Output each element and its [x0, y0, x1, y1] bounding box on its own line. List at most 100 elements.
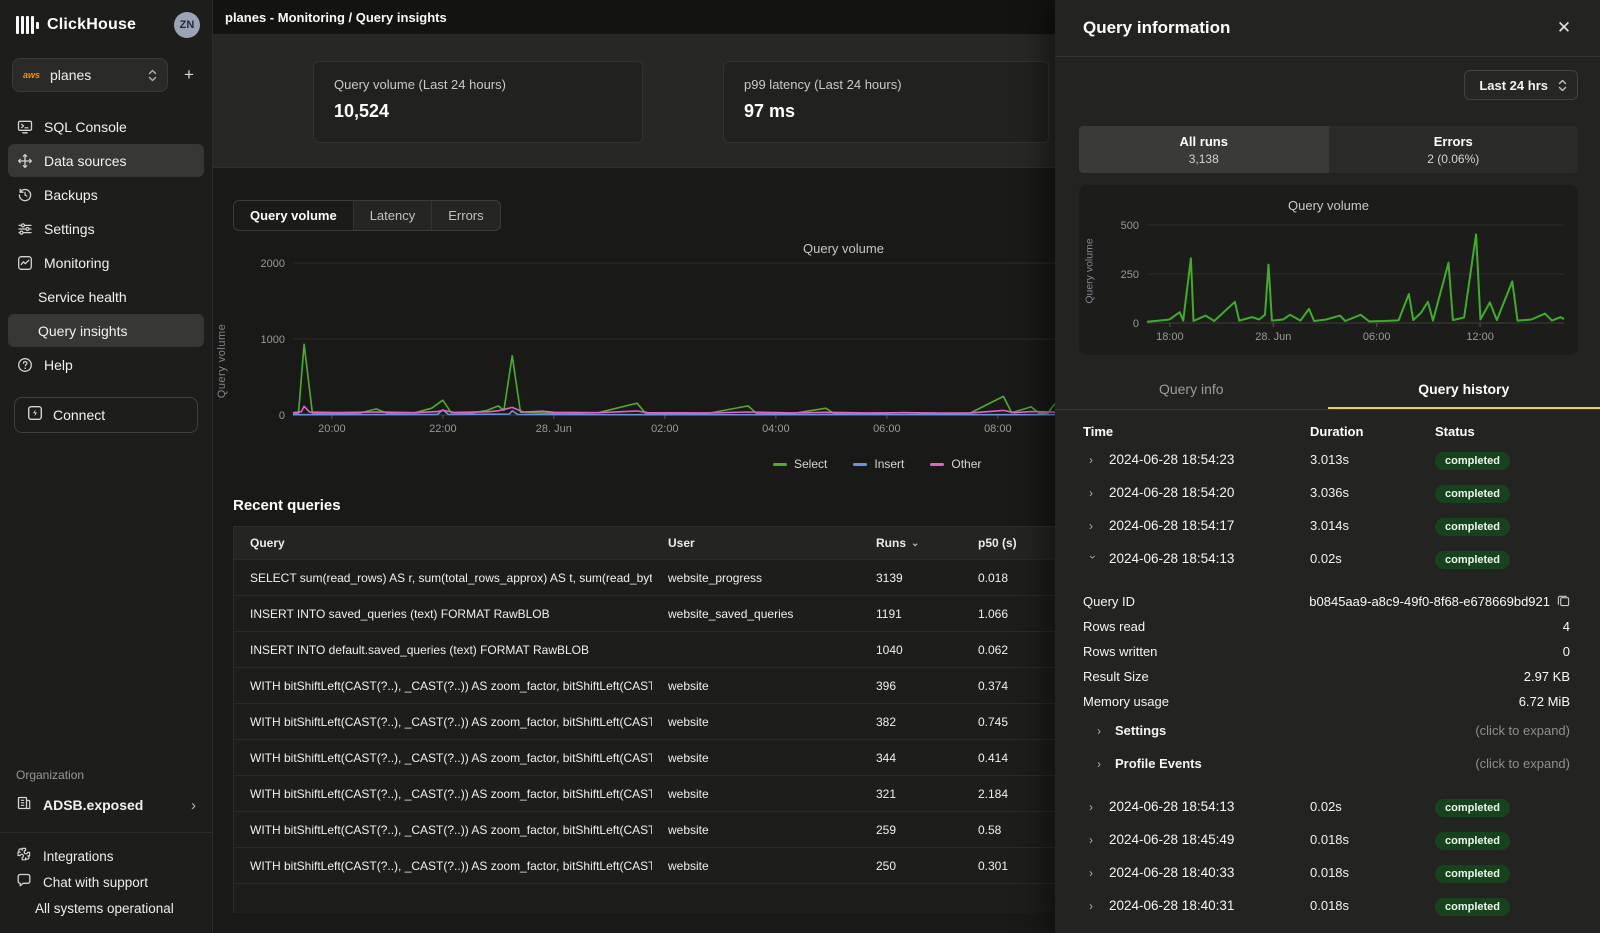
sidebar-item-settings[interactable]: Settings [8, 212, 204, 245]
segment-value: 2 (0.06%) [1427, 152, 1479, 166]
history-row[interactable]: ›2024-06-28 18:40:310.018scompleted [1083, 889, 1570, 922]
status-badge: completed [1435, 832, 1510, 850]
svg-text:0: 0 [279, 410, 285, 422]
chevron-right-icon[interactable]: › [1089, 519, 1097, 533]
chevron-right-icon[interactable]: › [1089, 486, 1097, 500]
history-row[interactable]: ›2024-06-28 18:54:130.02scompleted [1083, 790, 1570, 823]
updown-chevron-icon [1558, 79, 1567, 92]
history-column-duration: Duration [1310, 424, 1435, 439]
detail-row: Query IDb0845aa9-a8c9-49f0-8f68-e678669b… [1083, 589, 1570, 614]
sidebar-item-service-health[interactable]: Service health [8, 280, 204, 313]
detail-value: 0 [1563, 644, 1570, 659]
sidebar-item-label: Data sources [44, 153, 126, 169]
segment-all-runs[interactable]: All runs3,138 [1079, 126, 1329, 173]
panel-tab-query-history[interactable]: Query history [1328, 371, 1600, 409]
table-row[interactable]: WITH bitShiftLeft(CAST(?..), _CAST(?..))… [234, 811, 1072, 847]
chevron-down-icon[interactable]: › [1086, 555, 1100, 563]
user-cell: website [652, 787, 860, 801]
copy-icon[interactable] [1557, 594, 1570, 610]
legend-label: Other [951, 457, 981, 471]
legend-label: Select [794, 457, 827, 471]
sidebar-item-query-insights[interactable]: Query insights [8, 314, 204, 347]
sidebar-item-help[interactable]: Help [8, 348, 204, 381]
status-badge: completed [1435, 898, 1510, 916]
time-range-value: Last 24 hrs [1479, 78, 1548, 93]
sql-console-icon [16, 118, 33, 135]
organization-icon [16, 795, 32, 816]
workspace-select[interactable]: aws planes [12, 58, 168, 92]
sidebar-item-label: Query insights [38, 323, 127, 339]
add-service-button[interactable]: + [178, 64, 200, 86]
sidebar-item-sql-console[interactable]: SQL Console [8, 110, 204, 143]
sidebar-item-label: All systems operational [35, 901, 174, 916]
status-badge: completed [1435, 865, 1510, 883]
close-icon[interactable]: ✕ [1552, 16, 1576, 40]
tab-query-volume[interactable]: Query volume [234, 201, 354, 230]
organization-switcher[interactable]: ADSB.exposed › [0, 790, 212, 820]
sidebar-item-data-sources[interactable]: Data sources [8, 144, 204, 177]
run-details: Query IDb0845aa9-a8c9-49f0-8f68-e678669b… [1083, 575, 1570, 790]
chevron-right-icon[interactable]: › [1089, 453, 1097, 467]
query-history: TimeDurationStatus ›2024-06-28 18:54:233… [1055, 410, 1600, 922]
table-row[interactable]: INSERT INTO saved_queries (text) FORMAT … [234, 595, 1072, 631]
runs-cell: 1040 [860, 643, 962, 657]
legend-item-select[interactable]: Select [773, 457, 827, 471]
mini-line-chart[interactable]: 025050018:0028. Jun06:0012:00 [1085, 217, 1572, 349]
column-header-query[interactable]: Query [234, 536, 652, 550]
table-row[interactable]: WITH bitShiftLeft(CAST(?..), _CAST(?..))… [234, 703, 1072, 739]
sidebar-item-integrations[interactable]: Integrations [0, 843, 212, 869]
sidebar-item-label: Integrations [43, 849, 114, 864]
legend-item-insert[interactable]: Insert [853, 457, 904, 471]
history-rows: ›2024-06-28 18:54:233.013scompleted›2024… [1083, 443, 1570, 922]
sidebar-nav: SQL Console Data sources Backups Settings Mo… [0, 110, 212, 381]
legend-item-other[interactable]: Other [930, 457, 981, 471]
time-range-select[interactable]: Last 24 hrs [1464, 70, 1578, 100]
table-row[interactable]: WITH bitShiftLeft(CAST(?..), _CAST(?..))… [234, 775, 1072, 811]
chevron-right-icon[interactable]: › [1089, 800, 1097, 814]
connect-button[interactable]: Connect [14, 397, 198, 433]
sidebar-item-all-systems-operational[interactable]: All systems operational [0, 895, 212, 921]
expandable-label: Profile Events [1115, 756, 1475, 771]
table-row[interactable]: WITH bitShiftLeft(CAST(?..), _CAST(?..))… [234, 847, 1072, 883]
detail-value: b0845aa9-a8c9-49f0-8f68-e678669bd921 [1309, 594, 1570, 610]
line-chart[interactable]: 01000200020:0022:0028. Jun02:0004:0006:0… [233, 235, 1055, 450]
status-badge: completed [1435, 518, 1510, 536]
sidebar-item-label: Settings [44, 221, 95, 237]
tab-errors[interactable]: Errors [432, 201, 499, 230]
table-row[interactable]: WITH bitShiftLeft(CAST(?..), _CAST(?..))… [234, 667, 1072, 703]
segment-errors[interactable]: Errors2 (0.06%) [1329, 126, 1579, 173]
sidebar-item-monitoring[interactable]: Monitoring [8, 246, 204, 279]
avatar[interactable]: ZN [174, 12, 200, 38]
expandable-profile-events[interactable]: ›Profile Events(click to expand) [1083, 747, 1570, 780]
query-cell: INSERT INTO default.saved_queries (text)… [234, 643, 652, 657]
sidebar-item-label: Backups [44, 187, 98, 203]
chevron-right-icon[interactable]: › [1089, 866, 1097, 880]
table-row[interactable]: WITH bitShiftLeft(CAST(?..), _CAST(?..))… [234, 739, 1072, 775]
sidebar-item-chat-with-support[interactable]: Chat with support [0, 869, 212, 895]
recent-queries-title: Recent queries [233, 497, 1055, 514]
history-row[interactable]: ›2024-06-28 18:54:130.02scompleted [1083, 542, 1570, 575]
history-row[interactable]: ›2024-06-28 18:54:173.014scompleted [1083, 509, 1570, 542]
history-row[interactable]: ›2024-06-28 18:54:233.013scompleted [1083, 443, 1570, 476]
status-dot [16, 899, 24, 917]
table-row[interactable]: INSERT INTO default.saved_queries (text)… [234, 631, 1072, 667]
chevron-right-icon[interactable]: › [1089, 899, 1097, 913]
history-row[interactable]: ›2024-06-28 18:45:490.018scompleted [1083, 823, 1570, 856]
svg-text:22:00: 22:00 [429, 423, 457, 435]
expandable-settings[interactable]: ›Settings(click to expand) [1083, 714, 1570, 747]
runs-cell: 382 [860, 715, 962, 729]
detail-label: Memory usage [1083, 694, 1169, 709]
sidebar-item-backups[interactable]: Backups [8, 178, 204, 211]
chevron-right-icon[interactable]: › [1089, 833, 1097, 847]
svg-text:28. Jun: 28. Jun [536, 423, 572, 435]
panel-tab-query-info[interactable]: Query info [1055, 371, 1328, 409]
tab-latency[interactable]: Latency [354, 201, 433, 230]
history-row[interactable]: ›2024-06-28 18:54:203.036scompleted [1083, 476, 1570, 509]
table-row[interactable]: SELECT sum(read_rows) AS r, sum(total_ro… [234, 559, 1072, 595]
column-header-user[interactable]: User [652, 536, 860, 550]
run-duration: 0.018s [1310, 832, 1435, 847]
column-header-runs[interactable]: Runs⌄ [860, 536, 962, 550]
history-row[interactable]: ›2024-06-28 18:40:330.018scompleted [1083, 856, 1570, 889]
detail-value: 6.72 MiB [1519, 694, 1570, 709]
run-time: 2024-06-28 18:40:33 [1109, 865, 1234, 880]
